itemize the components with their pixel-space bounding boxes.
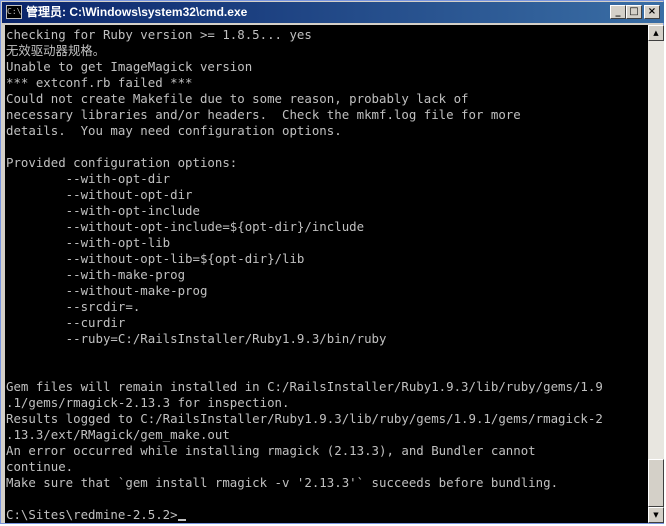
console-line: --without-make-prog [6,283,208,298]
minimize-button[interactable]: _ [610,5,626,19]
console-line: --with-opt-lib [6,235,171,250]
window-title: 管理员: C:\Windows\system32\cmd.exe [26,5,248,19]
console-line: details. You may need configuration opti… [6,123,342,138]
console-line: --ruby=C:/RailsInstaller/Ruby1.9.3/bin/r… [6,331,387,346]
console-line: .1/gems/rmagick-2.13.3 for inspection. [6,395,290,410]
console-line: --srcdir=. [6,299,141,314]
prompt-text: C:\Sites\redmine-2.5.2> [6,507,178,522]
console-line: Could not create Makefile due to some re… [6,91,469,106]
console-line: An error occurred while installing rmagi… [6,443,536,458]
console-line: necessary libraries and/or headers. Chec… [6,107,521,122]
console-line: Make sure that `gem install rmagick -v '… [6,475,559,490]
vertical-scrollbar[interactable]: ▲ ▼ [648,25,664,523]
console-line: *** extconf.rb failed *** [6,75,193,90]
console-line: checking for Ruby version >= 1.8.5... ye… [6,27,312,42]
console-line: Results logged to C:/RailsInstaller/Ruby… [6,411,603,426]
console-line: --curdir [6,315,126,330]
console-line: --with-make-prog [6,267,186,282]
scrollbar-thumb[interactable] [648,459,664,507]
command-prompt[interactable]: C:\Sites\redmine-2.5.2> [6,507,186,523]
console-line: --without-opt-dir [6,187,193,202]
console-output[interactable]: checking for Ruby version >= 1.8.5... ye… [5,25,648,523]
console-line: Gem files will remain installed in C:/Ra… [6,379,603,394]
console-line: Provided configuration options: [6,155,238,170]
console-line: Unable to get ImageMagick version [6,59,253,74]
maximize-button[interactable]: □ [626,5,642,19]
console-line: 无效驱动器规格。 [6,43,106,58]
console-line: continue. [6,459,74,474]
scroll-down-arrow-icon[interactable]: ▼ [648,507,664,523]
console-line: .13.3/ext/RMagick/gem_make.out [6,427,230,442]
close-button[interactable]: × [644,5,660,19]
title-bar[interactable]: C:\ 管理员: C:\Windows\system32\cmd.exe _ □… [2,2,664,23]
scroll-up-arrow-icon[interactable]: ▲ [648,25,664,41]
console-line: --with-opt-dir [6,171,171,186]
console-line: --without-opt-lib=${opt-dir}/lib [6,251,305,266]
cmd-window: C:\ 管理员: C:\Windows\system32\cmd.exe _ □… [0,0,664,524]
cmd-icon[interactable]: C:\ [6,5,22,19]
console-line: --with-opt-include [6,203,200,218]
text-cursor [177,519,186,521]
console-line: --without-opt-include=${opt-dir}/include [6,219,365,234]
